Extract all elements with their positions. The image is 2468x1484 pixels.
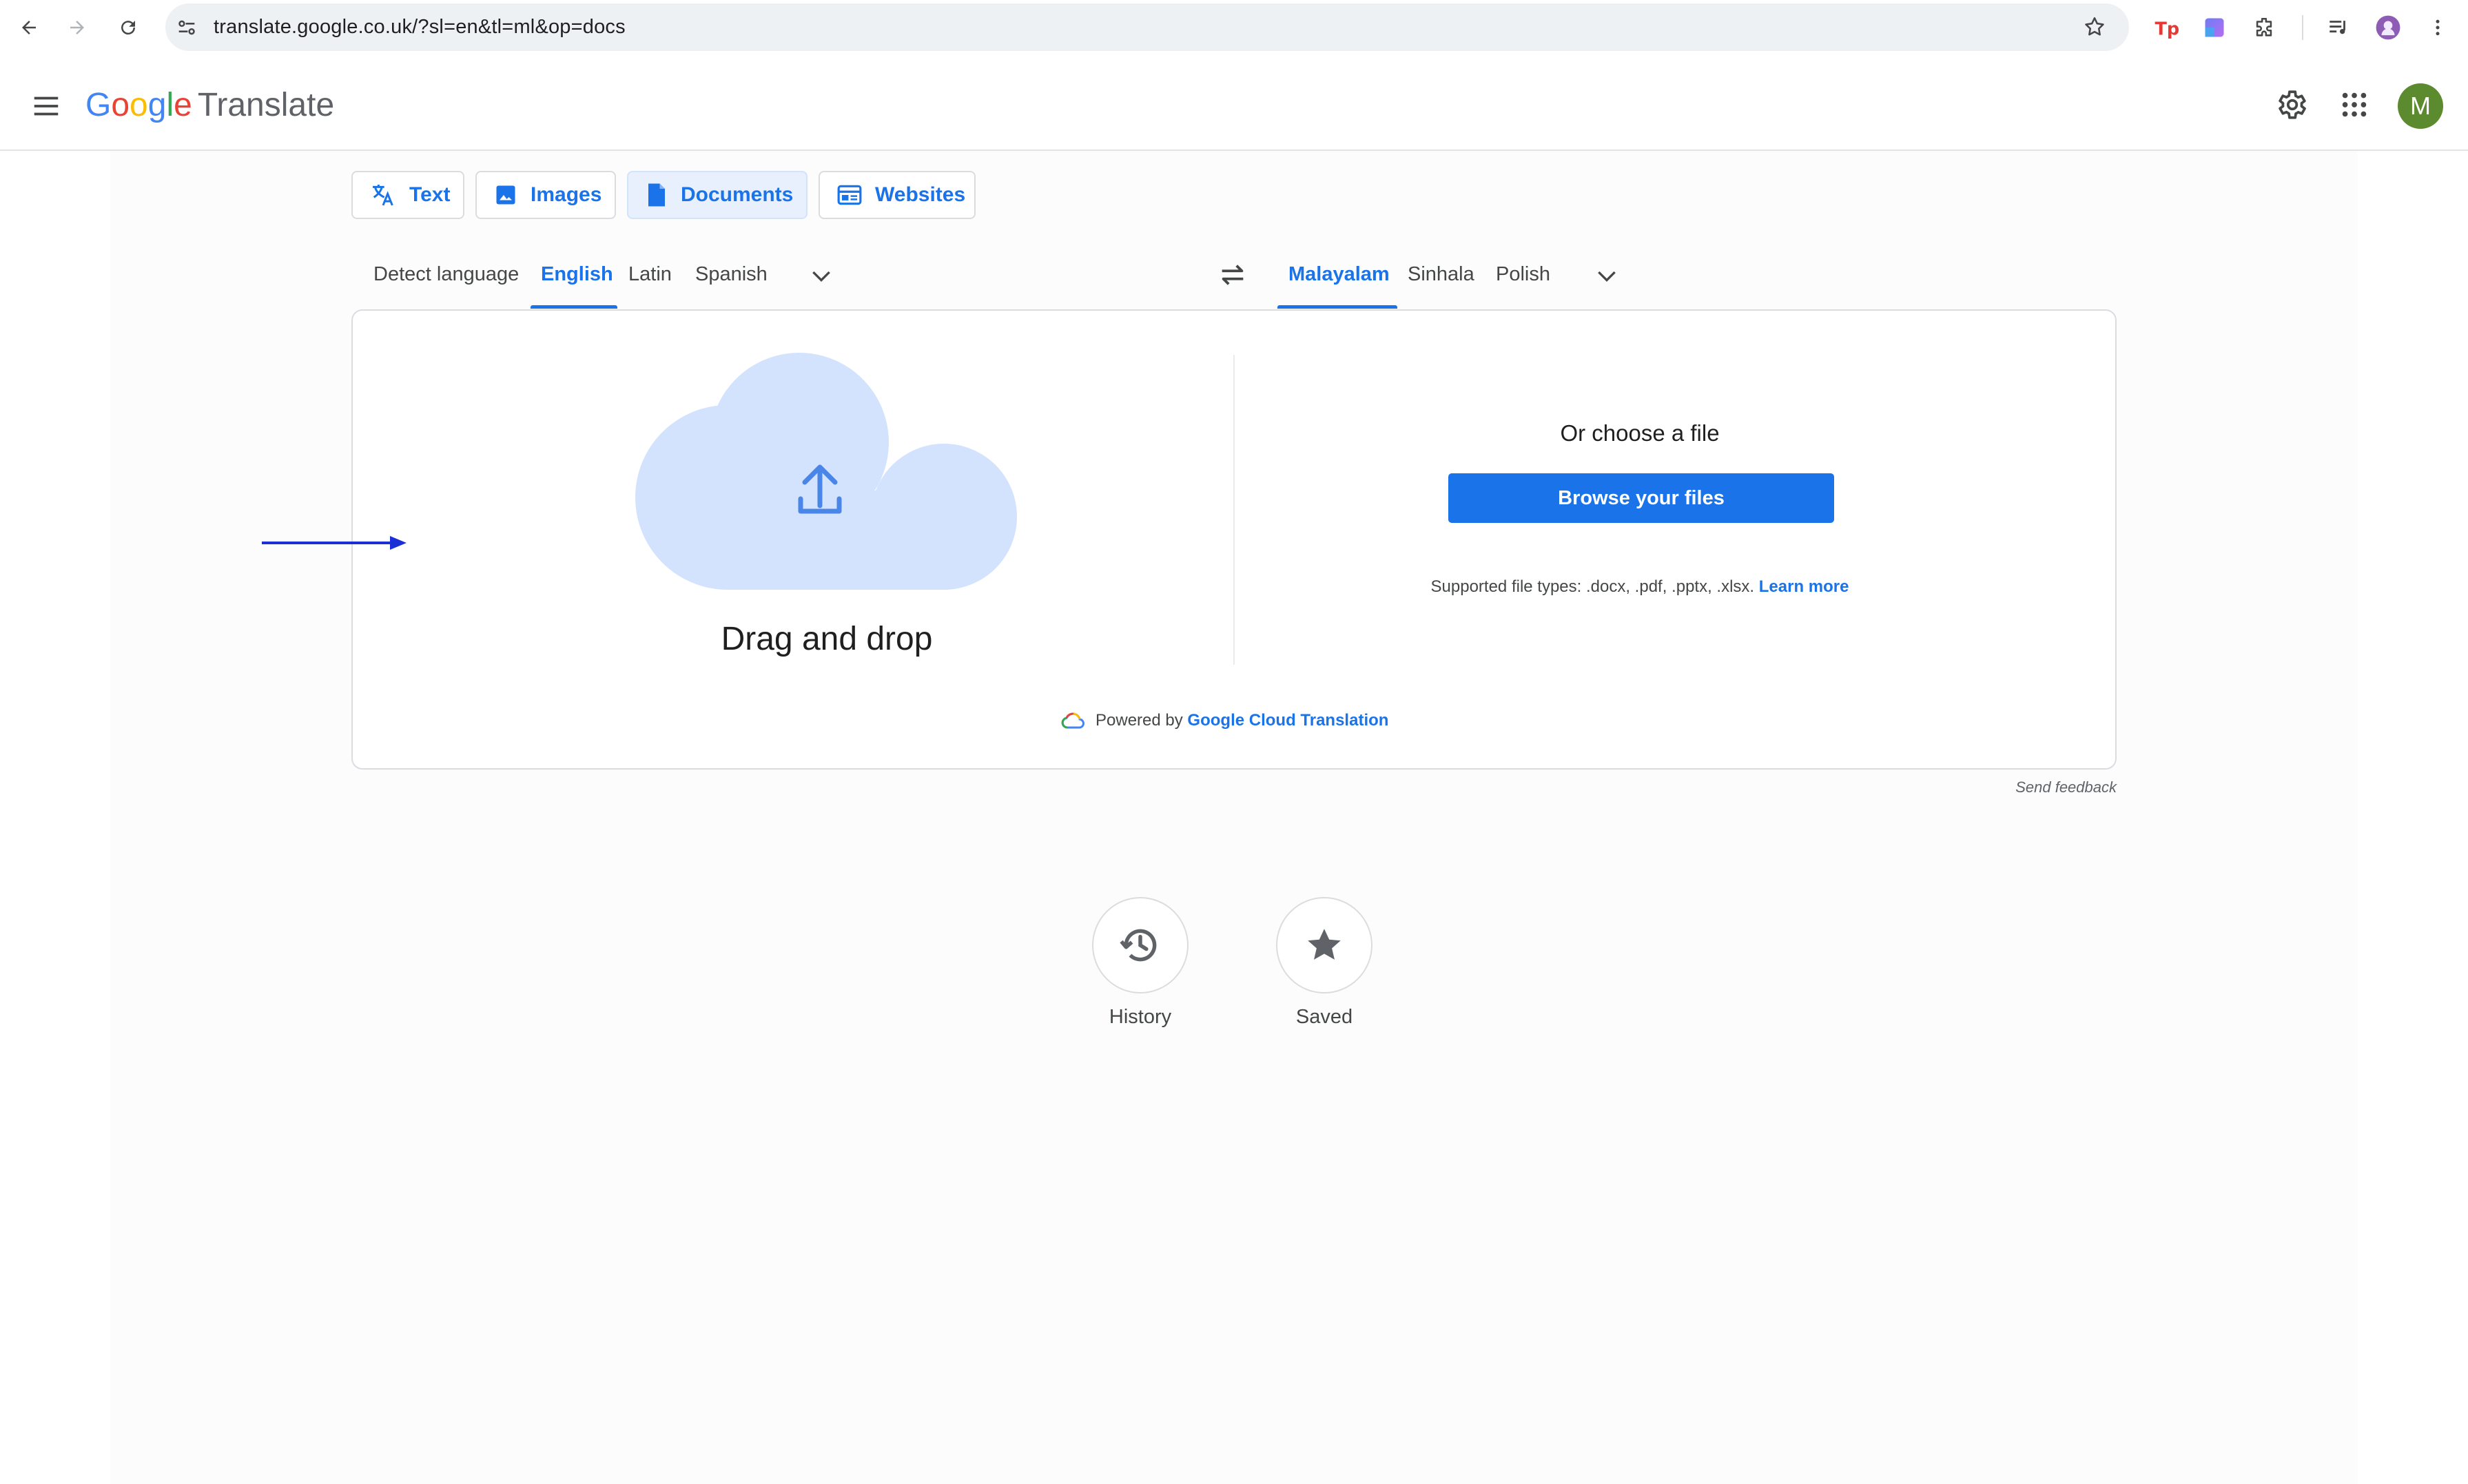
website-icon [836,183,863,207]
drag-and-drop-label: Drag and drop [721,621,933,657]
extensions-puzzle-icon[interactable] [2248,11,2281,44]
tab-websites[interactable]: Websites [819,171,976,219]
target-more-languages-chevron-down-icon[interactable] [1593,262,1621,289]
target-lang-malayalam[interactable]: Malayalam [1288,255,1390,309]
forward-icon[interactable] [61,11,94,44]
logo-letter: o [111,87,130,123]
logo-letter: l [166,87,174,123]
browser-menu-icon[interactable] [2421,11,2454,44]
logo-letter: G [85,87,112,123]
google-cloud-icon [1061,712,1084,730]
logo-letter: e [174,87,192,123]
toolbar-divider [2302,15,2303,40]
history-label: History [1109,1006,1172,1028]
tab-label: Websites [875,183,966,206]
choose-file-heading: Or choose a file [1560,420,1720,446]
source-lang-detect[interactable]: Detect language [373,255,519,309]
annotation-arrow-icon [262,535,408,551]
powered-by-text: Powered by [1096,711,1183,730]
tab-documents[interactable]: Documents [627,171,808,219]
tab-label: Documents [681,183,794,206]
bookmark-star-icon[interactable] [2083,15,2106,39]
product-name: Translate [197,87,335,123]
history-icon [1118,923,1163,968]
panel-divider [1233,355,1235,665]
source-lang-english[interactable]: English [541,255,613,309]
source-lang-spanish[interactable]: Spanish [695,255,768,309]
profile-icon[interactable] [2372,11,2405,44]
supported-file-types: Supported file types: .docx, .pdf, .pptx… [1309,577,1971,597]
saved-label: Saved [1295,1006,1353,1028]
address-bar[interactable]: translate.google.co.uk/?sl=en&tl=ml&op=d… [165,3,2129,51]
source-selected-indicator [531,305,617,309]
tab-label: Text [409,183,451,206]
image-icon [493,183,518,207]
target-lang-polish[interactable]: Polish [1496,255,1550,309]
supported-types-text: Supported file types: .docx, .pdf, .pptx… [1430,577,1755,596]
logo-letter: o [130,87,148,123]
source-lang-latin[interactable]: Latin [628,255,672,309]
settings-gear-icon[interactable] [2274,87,2308,122]
svg-text:Tp: Tp [2155,19,2179,40]
target-selected-indicator [1277,305,1397,309]
send-feedback-link[interactable]: Send feedback [1998,779,2117,796]
star-icon [1303,924,1346,967]
back-icon[interactable] [12,11,45,44]
tab-text[interactable]: Text [351,171,464,219]
browse-files-button[interactable]: Browse your files [1448,473,1834,523]
history-button[interactable] [1092,897,1189,993]
drop-zone[interactable] [631,353,1020,590]
site-settings-icon[interactable] [175,16,198,39]
main-menu-icon[interactable] [30,90,62,122]
reload-icon[interactable] [112,11,145,44]
media-control-icon[interactable] [2322,11,2355,44]
google-translate-logo[interactable]: Google Translate [85,85,334,126]
logo-letter: g [147,87,167,123]
powered-by: Powered by Google Cloud Translation [1061,711,1406,730]
browser-toolbar: translate.google.co.uk/?sl=en&tl=ml&op=d… [0,0,2468,56]
google-cloud-translation-link[interactable]: Google Cloud Translation [1187,711,1388,730]
translate-icon [369,181,397,209]
google-apps-icon[interactable] [2338,89,2370,121]
target-lang-sinhala[interactable]: Sinhala [1408,255,1474,309]
source-more-languages-chevron-down-icon[interactable] [808,262,835,289]
tab-images[interactable]: Images [475,171,616,219]
gradient-extension-icon[interactable] [2198,11,2231,44]
saved-button[interactable] [1276,897,1372,993]
account-avatar[interactable]: M [2398,83,2443,129]
url-text: translate.google.co.uk/?sl=en&tl=ml&op=d… [214,16,626,38]
document-icon [645,183,668,207]
swap-languages-icon[interactable] [1217,259,1248,291]
tab-label: Images [531,183,602,206]
app-header: Google Translate M [0,60,2468,151]
learn-more-link[interactable]: Learn more [1759,577,1849,596]
tp-extension-icon[interactable]: Tp [2150,11,2183,44]
